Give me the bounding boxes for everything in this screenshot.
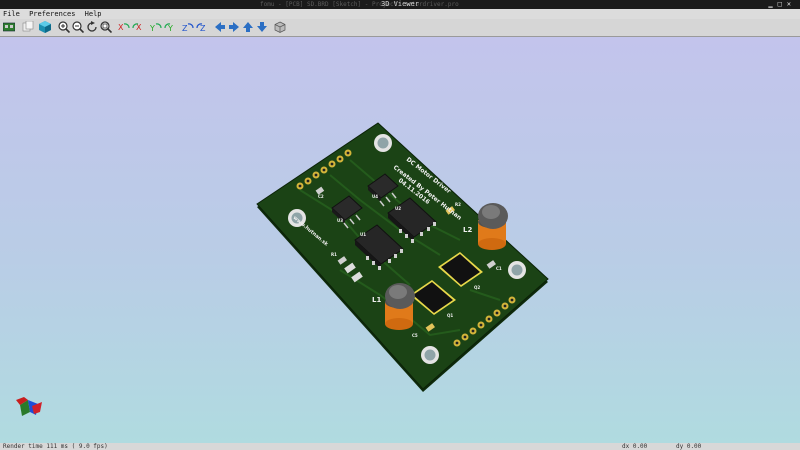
ref-r2: R2: [455, 202, 461, 207]
pan-up-icon[interactable]: [242, 21, 254, 33]
maximize-icon[interactable]: □: [778, 0, 787, 8]
ref-l2: L2: [463, 226, 472, 234]
pan-down-icon[interactable]: [256, 21, 268, 33]
inductor-l1: [385, 283, 415, 330]
ref-c1: C1: [496, 266, 502, 271]
menu-help[interactable]: Help: [85, 10, 102, 18]
ref-r1: R1: [331, 252, 337, 257]
3d-viewport[interactable]: DC Motor Driver Created By Peter Hutnan …: [0, 37, 800, 443]
pan-right-icon[interactable]: [228, 21, 240, 33]
axis-orientation-gizmo: [16, 397, 42, 416]
pan-left-icon[interactable]: [214, 21, 226, 33]
pcb-render: DC Motor Driver Created By Peter Hutnan …: [16, 122, 549, 416]
ref-q1: Q1: [447, 313, 453, 318]
ref-u3: U3: [337, 218, 343, 223]
menu-bar: File Preferences Help: [0, 9, 800, 19]
rotate-x-ccw-icon[interactable]: X: [132, 21, 144, 33]
svg-text:Y: Y: [167, 24, 173, 33]
dy-readout: dy 0.00: [676, 443, 702, 450]
redraw-icon[interactable]: [86, 21, 98, 33]
ref-u4: U4: [372, 194, 378, 199]
zoom-in-icon[interactable]: [58, 21, 70, 33]
zoom-fit-icon[interactable]: [100, 21, 112, 33]
ref-q2: Q2: [474, 285, 480, 290]
toolbar: X X Y Y Z Z: [0, 19, 800, 37]
svg-text:Z: Z: [182, 24, 188, 33]
status-bar: Render time 111 ms ( 9.0 fps) dx 0.00 dy…: [0, 443, 800, 450]
svg-text:X: X: [118, 23, 124, 32]
copy-image-icon[interactable]: [22, 21, 34, 33]
rotate-z-ccw-icon[interactable]: Z: [196, 21, 208, 33]
inductor-l2: [478, 203, 508, 250]
menu-preferences[interactable]: Preferences: [29, 10, 75, 18]
dx-readout: dx 0.00: [622, 443, 648, 450]
render-options-icon[interactable]: [39, 21, 51, 33]
rotate-z-cw-icon[interactable]: Z: [182, 21, 194, 33]
render-time: Render time 111 ms ( 9.0 fps): [3, 443, 108, 450]
svg-text:Z: Z: [200, 24, 206, 33]
ref-u1: U1: [360, 232, 366, 237]
window-title: 3D Viewer: [381, 0, 419, 8]
svg-text:Y: Y: [150, 24, 155, 33]
ref-c5: C5: [412, 333, 418, 338]
minimize-icon[interactable]: ▁: [768, 0, 777, 8]
board: [256, 122, 549, 390]
orthographic-toggle-icon[interactable]: [274, 21, 286, 33]
rotate-x-cw-icon[interactable]: X: [118, 21, 130, 33]
rotate-y-ccw-icon[interactable]: Y: [164, 21, 176, 33]
ref-c2: C2: [318, 194, 324, 199]
menu-file[interactable]: File: [3, 10, 20, 18]
ref-l1: L1: [372, 296, 381, 304]
zoom-out-icon[interactable]: [72, 21, 84, 33]
ref-u2: U2: [395, 206, 401, 211]
rotate-y-cw-icon[interactable]: Y: [150, 21, 162, 33]
close-icon[interactable]: ✕: [787, 0, 796, 8]
title-bar: fomu - [PCB] SD.BRD [Sketch] - Project: …: [0, 0, 800, 9]
reload-board-icon[interactable]: [3, 21, 15, 33]
window-controls[interactable]: ▁□✕: [768, 0, 796, 9]
